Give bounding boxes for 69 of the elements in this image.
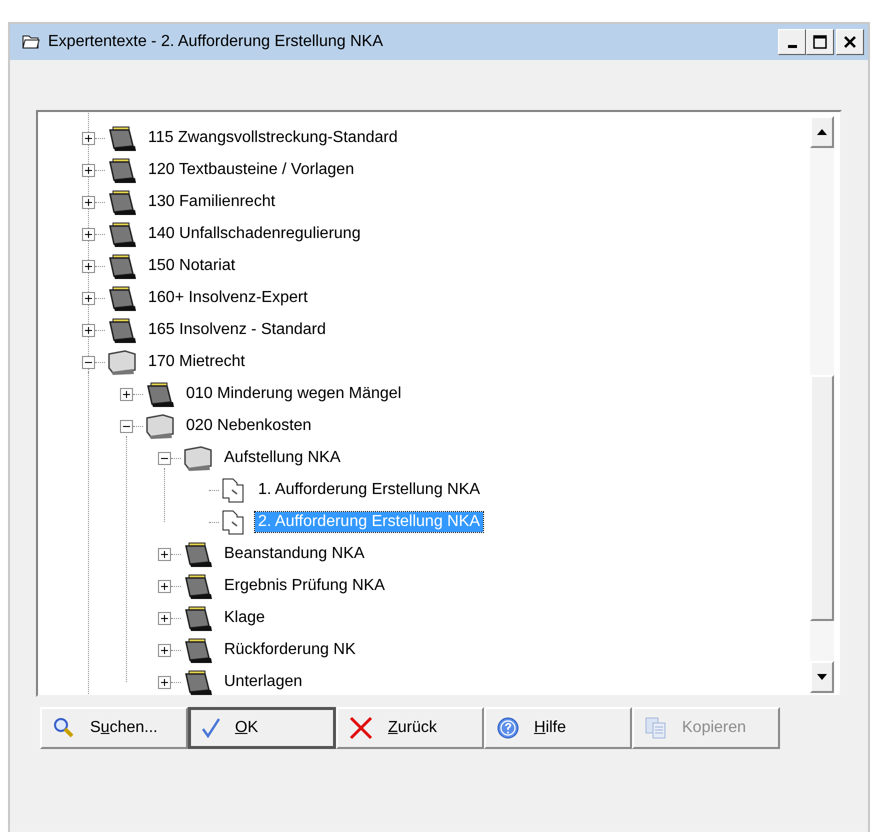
plus-icon [84,326,93,334]
tree-item[interactable]: 140 Unfallschadenregulierung [145,224,364,244]
scroll-thumb[interactable] [810,375,834,621]
up-arrow-icon [817,129,827,135]
tree-item[interactable]: Unterlagen [221,672,306,692]
tree-item[interactable]: Klage [221,608,268,628]
search-icon [52,716,76,740]
dialog-button[interactable]: OK [188,707,336,749]
tree-item[interactable]: 150 Notariat [145,256,238,276]
plus-icon [160,646,169,654]
tree-item[interactable]: Ergebnis Prüfung NKA [221,576,388,596]
plus-icon [160,678,169,686]
tree-item[interactable]: 120 Textbausteine / Vorlagen [145,160,358,180]
tree-item[interactable]: 170 Mietrecht [145,352,248,372]
window-title: Expertentexte - 2. Aufforderung Erstellung NKA [48,33,384,51]
tree-item[interactable]: Beanstandung NKA [221,544,368,564]
plus-icon [84,294,93,302]
collapse-button[interactable] [120,420,133,432]
tree-item[interactable]: 160+ Insolvenz-Expert [145,288,311,308]
collapse-button[interactable] [158,452,171,464]
collapse-button[interactable] [82,356,95,368]
tree-item[interactable]: 115 Zwangsvollstreckung-Standard [145,128,401,148]
scroll-down-button[interactable] [810,661,834,693]
plus-icon [122,390,131,398]
expand-button[interactable] [82,228,95,240]
plus-icon [160,614,169,622]
expand-button[interactable] [82,292,95,304]
plus-icon [84,198,93,206]
tree-item[interactable]: 020 Nebenkosten [183,416,314,436]
expand-button[interactable] [158,676,171,688]
expand-button[interactable] [82,324,95,336]
copy-icon [644,716,668,740]
scrollbar[interactable] [810,116,834,693]
dialog-button[interactable]: Hilfe [484,707,632,749]
expand-button[interactable] [158,612,171,624]
down-arrow-icon [817,674,827,680]
tree-item[interactable]: 1. Aufforderung Erstellung NKA [255,480,484,500]
expand-button[interactable] [82,164,95,176]
checkmark-icon [201,717,221,739]
minimize-icon [788,44,796,48]
tree-item[interactable]: 010 Minderung wegen Mängel [183,384,404,404]
dialog-button[interactable]: Zurück [336,707,484,749]
plus-icon [84,262,93,270]
dialog-button[interactable]: Suchen... [40,707,188,749]
help-icon [496,716,520,740]
window-icon [22,34,40,50]
scroll-up-button[interactable] [810,116,834,148]
plus-icon [84,230,93,238]
close-button[interactable] [836,29,864,55]
expand-button[interactable] [158,644,171,656]
tree-item[interactable]: Aufstellung NKA [221,448,344,468]
expand-button[interactable] [82,132,95,144]
expand-button[interactable] [82,260,95,272]
expand-button[interactable] [158,548,171,560]
expand-button[interactable] [82,196,95,208]
tree-item[interactable]: 130 Familienrecht [145,192,278,212]
expand-button[interactable] [158,580,171,592]
tree-item[interactable]: 165 Insolvenz - Standard [145,320,329,340]
plus-icon [84,134,93,142]
close-icon [348,715,374,741]
plus-icon [160,550,169,558]
expand-button[interactable] [120,388,133,400]
maximize-button[interactable] [806,29,834,55]
minimize-button[interactable] [778,29,806,55]
plus-icon [160,582,169,590]
close-icon [843,35,857,49]
tree-item[interactable]: Rückforderung NK [221,640,359,660]
maximize-icon [813,35,827,49]
plus-icon [84,166,93,174]
